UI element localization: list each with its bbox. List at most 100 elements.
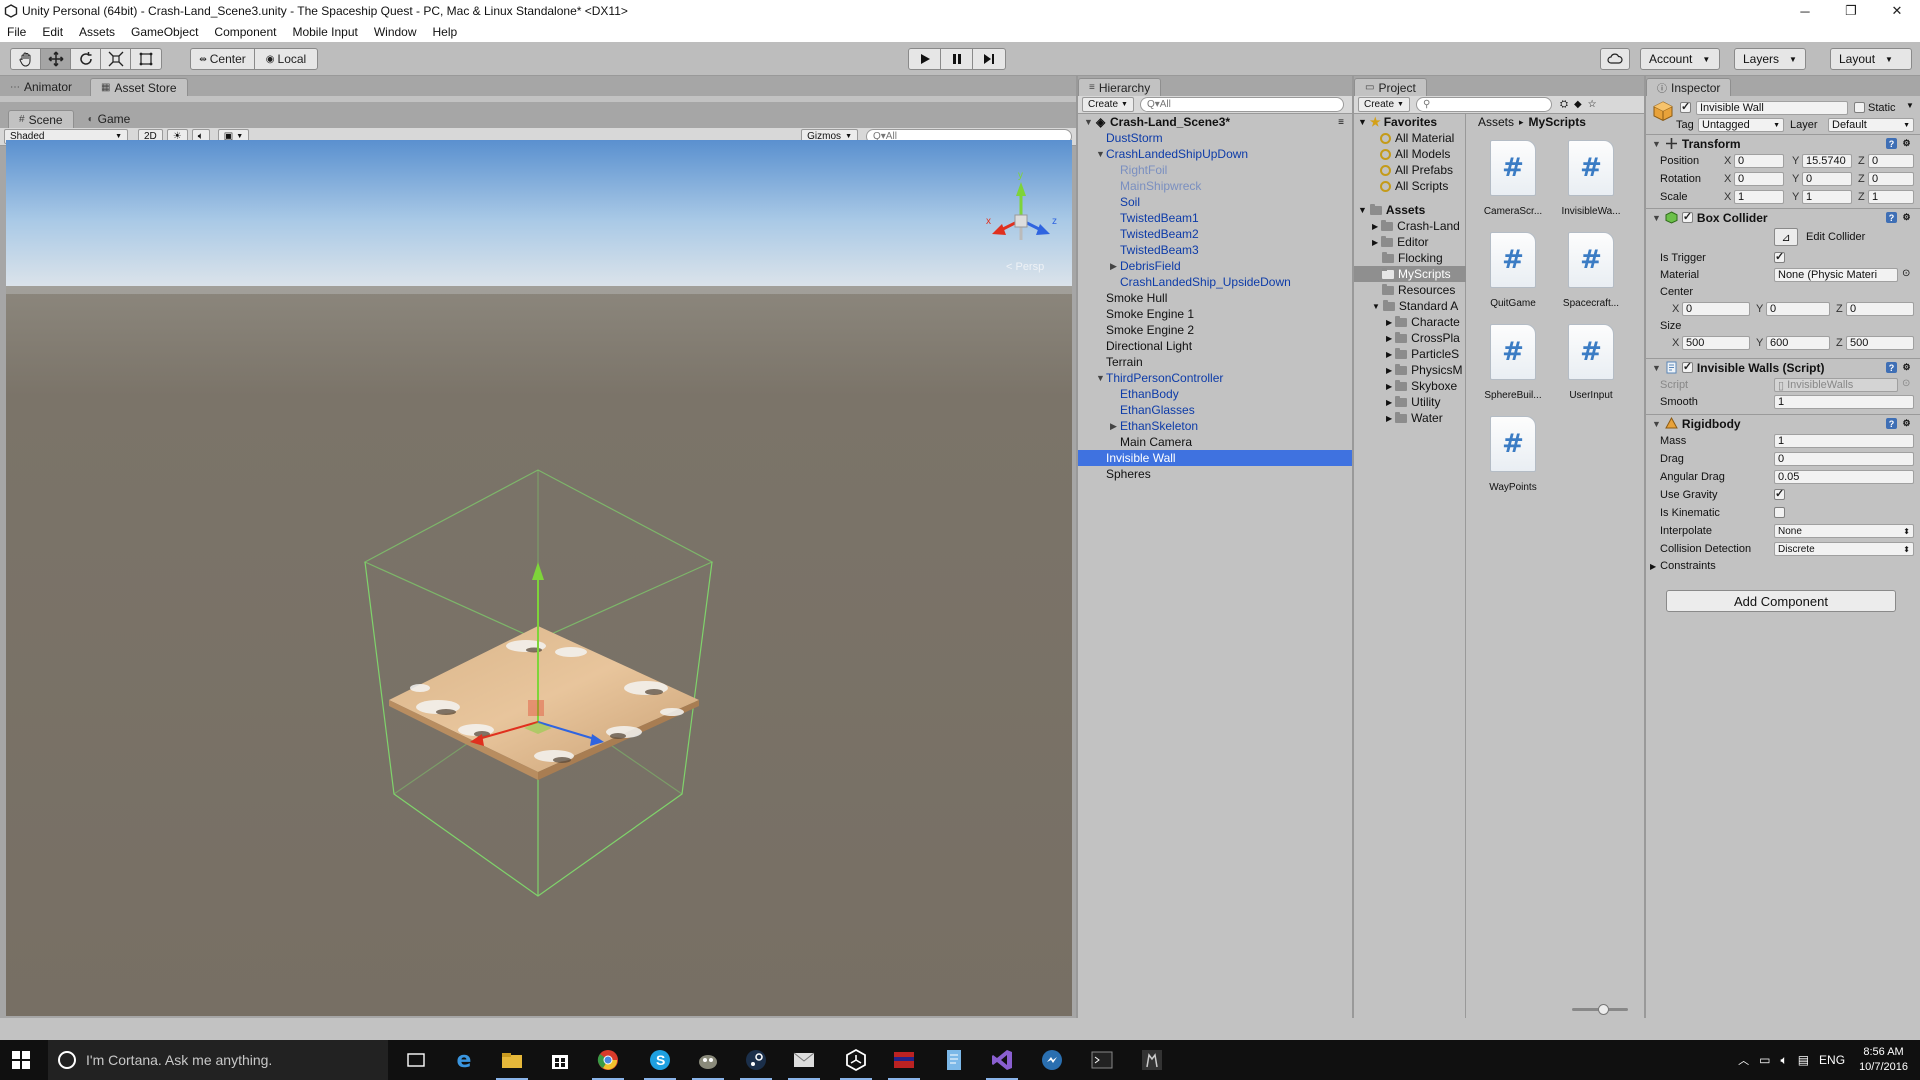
- hier-item-rightfoil[interactable]: RightFoil: [1078, 162, 1352, 178]
- expand-arrow-icon[interactable]: ▼: [1652, 139, 1661, 149]
- help-icon[interactable]: ?: [1886, 212, 1897, 223]
- favorite-all-materials[interactable]: All Material: [1354, 130, 1466, 146]
- hier-item-twistedbeam1[interactable]: TwistedBeam1: [1078, 210, 1352, 226]
- project-create-button[interactable]: Create ▼: [1358, 97, 1410, 112]
- collapsed-arrow-icon[interactable]: ▶: [1386, 398, 1392, 407]
- expand-arrow-icon[interactable]: ▼: [1096, 373, 1105, 383]
- hierarchy-search-input[interactable]: Q▾All: [1139, 97, 1344, 112]
- script-enabled-checkbox[interactable]: [1681, 360, 1693, 373]
- project-search-input[interactable]: ⚲: [1415, 97, 1552, 112]
- step-button[interactable]: [973, 49, 1005, 69]
- center-z-field[interactable]: 0: [1846, 302, 1914, 316]
- gear-icon[interactable]: ⚙: [1901, 418, 1912, 429]
- action-center-icon[interactable]: ▤: [1798, 1053, 1809, 1067]
- tab-asset-store[interactable]: ▦ Asset Store: [90, 78, 188, 96]
- hier-item-duststorm[interactable]: DustStorm: [1078, 130, 1352, 146]
- collapsed-arrow-icon[interactable]: ▶: [1110, 421, 1117, 432]
- folder-crossplatform[interactable]: ▶ CrossPla: [1354, 330, 1466, 346]
- hier-item-twistedbeam2[interactable]: TwistedBeam2: [1078, 226, 1352, 242]
- folder-particlesystems[interactable]: ▶ ParticleS: [1354, 346, 1466, 362]
- folder-resources[interactable]: Resources: [1354, 282, 1466, 298]
- expand-arrow-icon[interactable]: ▼: [1358, 205, 1367, 215]
- pivot-local-button[interactable]: ◉ Local: [255, 49, 317, 69]
- tab-scene[interactable]: # Scene: [8, 110, 74, 128]
- folder-crash-land[interactable]: ▶ Crash-Land: [1354, 218, 1466, 234]
- position-z-field[interactable]: 0: [1868, 154, 1914, 168]
- is-kinematic-checkbox[interactable]: [1774, 507, 1785, 518]
- hier-item-smoke-engine-1[interactable]: Smoke Engine 1: [1078, 306, 1352, 322]
- hier-item-main-camera[interactable]: Main Camera: [1078, 434, 1352, 450]
- center-y-field[interactable]: 0: [1766, 302, 1830, 316]
- interpolate-dropdown[interactable]: None ⬍: [1774, 524, 1914, 538]
- filter-label-icon[interactable]: ◆: [1574, 99, 1582, 110]
- rotation-y-field[interactable]: 0: [1802, 172, 1852, 186]
- hier-item-ethanskeleton[interactable]: ▶ EthanSkeleton: [1078, 418, 1352, 434]
- drag-field[interactable]: 0: [1774, 452, 1914, 466]
- filter-type-icon[interactable]: ⛭: [1560, 99, 1568, 110]
- minimize-button[interactable]: ─: [1782, 0, 1828, 22]
- breadcrumb-myscripts[interactable]: MyScripts: [1529, 115, 1586, 129]
- folder-skyboxes[interactable]: ▶ Skyboxe: [1354, 378, 1466, 394]
- help-icon[interactable]: ?: [1886, 362, 1897, 373]
- collision-detection-dropdown[interactable]: Discrete ⬍: [1774, 542, 1914, 556]
- size-x-field[interactable]: 500: [1682, 336, 1750, 350]
- hier-item-directional-light[interactable]: Directional Light: [1078, 338, 1352, 354]
- hier-item-smoke-hull[interactable]: Smoke Hull: [1078, 290, 1352, 306]
- hier-item-mainshipwreck[interactable]: MainShipwreck: [1078, 178, 1352, 194]
- hier-item-ethanglasses[interactable]: EthanGlasses: [1078, 402, 1352, 418]
- hierarchy-create-button[interactable]: Create ▼: [1082, 97, 1134, 112]
- folder-myscripts[interactable]: MyScripts: [1354, 266, 1466, 282]
- menu-help[interactable]: Help: [425, 25, 466, 39]
- position-y-field[interactable]: 15.5740: [1802, 154, 1852, 168]
- tab-animator[interactable]: ⋯ Animator: [0, 78, 82, 96]
- folder-physicsmaterials[interactable]: ▶ PhysicsM: [1354, 362, 1466, 378]
- scale-tool-icon[interactable]: [101, 49, 131, 69]
- expand-arrow-icon[interactable]: ▼: [1652, 363, 1661, 373]
- breadcrumb-assets[interactable]: Assets: [1478, 115, 1514, 129]
- size-z-field[interactable]: 500: [1846, 336, 1914, 350]
- unity-taskbar-icon[interactable]: [840, 1048, 872, 1080]
- windows-start-icon[interactable]: [12, 1051, 30, 1069]
- expand-arrow-icon[interactable]: ▼: [1372, 302, 1380, 311]
- skype-icon[interactable]: S: [644, 1048, 676, 1080]
- scale-x-field[interactable]: 1: [1734, 190, 1784, 204]
- favorites-header[interactable]: ▼ ★ Favorites: [1354, 114, 1466, 130]
- image-viewer-icon[interactable]: [888, 1048, 920, 1080]
- expand-arrow-icon[interactable]: ▼: [1652, 213, 1661, 223]
- asset-userinput[interactable]: # UserInput: [1554, 320, 1628, 412]
- transform-header[interactable]: ▼ Transform ? ⚙: [1646, 134, 1920, 152]
- static-checkbox[interactable]: [1854, 102, 1865, 113]
- hier-item-soil[interactable]: Soil: [1078, 194, 1352, 210]
- expand-arrow-icon[interactable]: ▼: [1096, 149, 1105, 159]
- clock[interactable]: 8:56 AM 10/7/2016: [1859, 1045, 1908, 1075]
- scene-render[interactable]: y x z < Persp: [6, 140, 1072, 1016]
- tab-game[interactable]: ◐ Game: [78, 110, 141, 128]
- gear-icon[interactable]: ⚙: [1901, 212, 1912, 223]
- cortana-search-box[interactable]: I'm Cortana. Ask me anything.: [48, 1040, 388, 1080]
- notes-app-icon[interactable]: [942, 1048, 966, 1072]
- asset-spacecraft[interactable]: # Spacecraft...: [1554, 228, 1628, 320]
- menu-assets[interactable]: Assets: [71, 25, 123, 39]
- chevron-up-icon[interactable]: ︿: [1738, 1052, 1749, 1068]
- tag-dropdown[interactable]: Untagged ▼: [1698, 118, 1784, 132]
- mass-field[interactable]: 1: [1774, 434, 1914, 448]
- asset-waypoints[interactable]: # WayPoints: [1476, 412, 1550, 504]
- asset-spherebuilder[interactable]: # SphereBuil...: [1476, 320, 1550, 412]
- close-button[interactable]: ✕: [1874, 0, 1920, 22]
- collapsed-arrow-icon[interactable]: ▶: [1386, 350, 1392, 359]
- steam-icon[interactable]: [740, 1048, 772, 1080]
- store-icon[interactable]: [548, 1048, 572, 1072]
- chevron-down-icon[interactable]: ▼: [1906, 101, 1914, 110]
- hier-item-crashlandedship-upsidedown[interactable]: CrashLandedShip_UpsideDown: [1078, 274, 1352, 290]
- favorite-all-scripts[interactable]: All Scripts: [1354, 178, 1466, 194]
- scale-y-field[interactable]: 1: [1802, 190, 1852, 204]
- favorite-all-prefabs[interactable]: All Prefabs: [1354, 162, 1466, 178]
- rotate-tool-icon[interactable]: [71, 49, 101, 69]
- object-name-field[interactable]: Invisible Wall: [1696, 101, 1848, 115]
- collapsed-arrow-icon[interactable]: ▶: [1110, 261, 1117, 272]
- menu-window[interactable]: Window: [366, 25, 425, 39]
- collapsed-arrow-icon[interactable]: ▶: [1386, 382, 1392, 391]
- folder-characters[interactable]: ▶ Characte: [1354, 314, 1466, 330]
- scene-menu-icon[interactable]: ≡: [1338, 117, 1344, 128]
- layer-dropdown[interactable]: Default ▼: [1828, 118, 1914, 132]
